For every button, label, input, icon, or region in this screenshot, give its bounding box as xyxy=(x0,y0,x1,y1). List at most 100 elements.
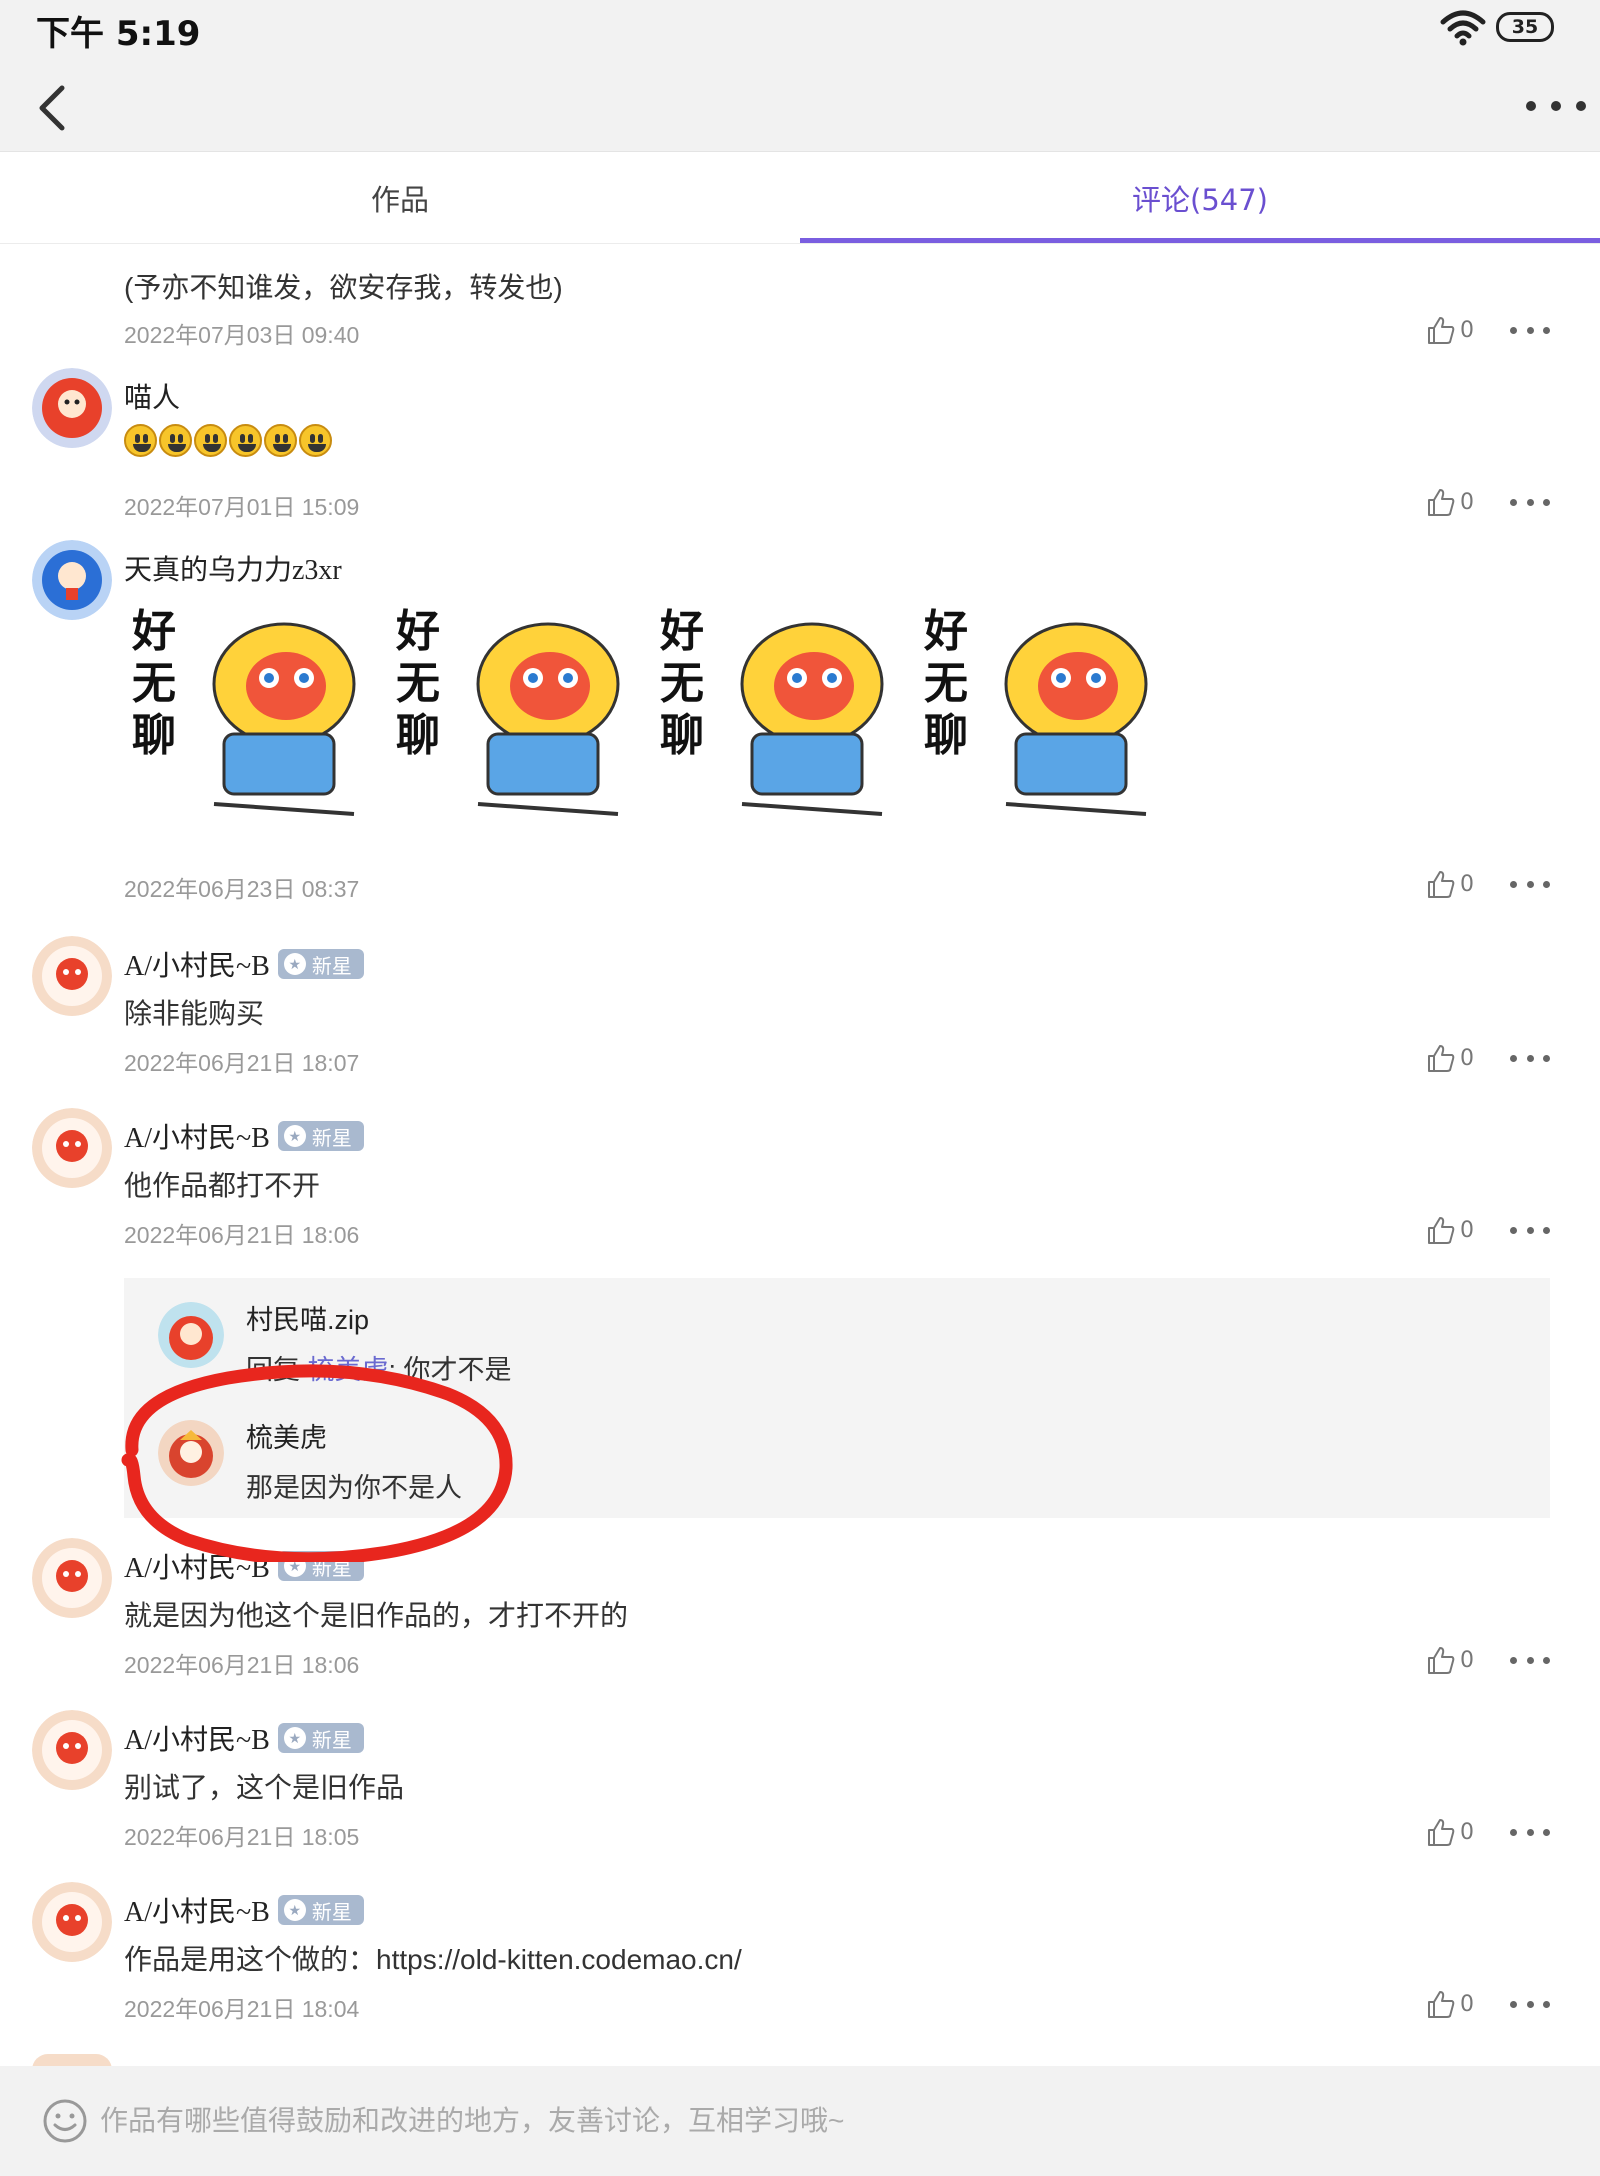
active-tab-indicator xyxy=(800,238,1600,243)
comment-username[interactable]: A/小村民~B ★ 新星 xyxy=(124,944,364,984)
thumbs-up-icon xyxy=(1428,1819,1455,1846)
like-count: 0 xyxy=(1460,489,1474,515)
mention-link[interactable]: 梳美虎 xyxy=(308,1355,389,1385)
battery-level: 35 xyxy=(1511,16,1539,38)
comment-username[interactable]: A/小村民~B ★ 新星 xyxy=(124,1546,364,1586)
comment-date: 2022年06月21日 18:05 xyxy=(124,1824,360,1850)
reply-username[interactable]: 梳美虎 xyxy=(246,1416,327,1455)
rank-badge: ★ 新星 xyxy=(277,1121,364,1151)
like-count: 0 xyxy=(1460,1647,1474,1673)
comment-options-button[interactable] xyxy=(1510,482,1550,522)
thumbs-up-icon xyxy=(1428,489,1455,516)
comment-item: (予亦不知谁发，欲安存我，转发也) 2022年07月03日 09:40 0 xyxy=(0,244,1600,364)
back-arrow-icon[interactable] xyxy=(28,76,84,136)
comment-options-button[interactable] xyxy=(1510,1984,1550,2024)
sticker-caption: 好无聊 xyxy=(395,606,440,761)
sticker-image: 好无聊 xyxy=(916,594,1180,824)
star-icon: ★ xyxy=(283,953,306,975)
thumbs-up-icon xyxy=(1428,1647,1455,1674)
like-count: 0 xyxy=(1460,1991,1474,2017)
avatar[interactable] xyxy=(32,1538,112,1618)
like-count: 0 xyxy=(1460,317,1474,343)
reply-username[interactable]: 村民喵.zip xyxy=(246,1298,369,1337)
reply-avatar[interactable] xyxy=(158,1302,224,1368)
avatar[interactable] xyxy=(32,1710,112,1790)
smile-emoji-icon xyxy=(264,424,297,457)
comment-username[interactable]: A/小村民~B ★ 新星 xyxy=(124,1718,364,1758)
comment-item: A/小村民~B ★ 新星 作品是用这个做的：https://old-kitten.c… xyxy=(0,1882,1600,2052)
rank-badge: ★ 新星 xyxy=(277,1551,364,1581)
like-count: 0 xyxy=(1460,871,1474,897)
comment-input[interactable] xyxy=(100,2092,1560,2150)
reply-text: 回复 梳美虎: 你才不是 xyxy=(246,1355,512,1385)
star-icon: ★ xyxy=(283,1899,306,1921)
avatar[interactable] xyxy=(32,936,112,1016)
tab-works[interactable]: 作品 xyxy=(0,152,800,244)
comment-username[interactable]: A/小村民~B ★ 新星 xyxy=(124,1116,364,1156)
rank-badge: ★ 新星 xyxy=(277,949,364,979)
like-button[interactable]: 0 xyxy=(1426,1210,1482,1250)
star-icon: ★ xyxy=(283,1125,306,1147)
comment-username[interactable]: 喵人 xyxy=(124,376,180,416)
tab-comments[interactable]: 评论(547) xyxy=(800,152,1600,244)
sticker-image: 好无聊 xyxy=(652,594,916,824)
comment-item: 喵人 2022年07月01日 15:09 0 xyxy=(0,368,1600,538)
like-button[interactable]: 0 xyxy=(1426,310,1482,350)
comment-date: 2022年06月21日 18:07 xyxy=(124,1050,360,1076)
comment-text: 除非能购买 xyxy=(124,998,265,1029)
comment-options-button[interactable] xyxy=(1510,1210,1550,1250)
smile-emoji-icon xyxy=(124,424,157,457)
comment-options-button[interactable] xyxy=(1510,1038,1550,1078)
like-count: 0 xyxy=(1460,1217,1474,1243)
like-button[interactable]: 0 xyxy=(1426,1640,1482,1680)
avatar[interactable] xyxy=(32,1108,112,1188)
comment-text: 就是因为他这个是旧作品的，才打不开的 xyxy=(124,1600,629,1631)
comment-date: 2022年07月01日 15:09 xyxy=(124,494,360,520)
like-button[interactable]: 0 xyxy=(1426,1812,1482,1852)
avatar[interactable] xyxy=(32,1882,112,1962)
comment-username[interactable]: 天真的乌力力z3xr xyxy=(124,548,342,588)
comment-date: 2022年06月21日 18:06 xyxy=(124,1222,360,1248)
comment-item: A/小村民~B ★ 新星 别试了，这个是旧作品 2022年06月21日 18:05 … xyxy=(0,1710,1600,1880)
thumbs-up-icon xyxy=(1428,1217,1455,1244)
like-count: 0 xyxy=(1460,1819,1474,1845)
emoji-face-icon[interactable] xyxy=(42,2098,88,2144)
smile-emoji-icon xyxy=(229,424,262,457)
like-button[interactable]: 0 xyxy=(1426,482,1482,522)
comment-username[interactable]: A/小村民~B ★ 新星 xyxy=(124,1890,364,1930)
comment-text: 作品是用这个做的：https://old-kitten.codemao.cn/ xyxy=(124,1944,742,1975)
star-icon: ★ xyxy=(283,1555,306,1577)
comment-date: 2022年06月21日 18:04 xyxy=(124,1996,360,2022)
comment-options-button[interactable] xyxy=(1510,310,1550,350)
like-button[interactable]: 0 xyxy=(1426,1984,1482,2024)
thumbs-up-icon xyxy=(1428,871,1455,898)
comment-date: 2022年06月21日 18:06 xyxy=(124,1652,360,1678)
emoji-row xyxy=(124,424,334,457)
comment-text: 别试了，这个是旧作品 xyxy=(124,1772,405,1803)
comment-options-button[interactable] xyxy=(1510,1812,1550,1852)
reply-thread: 村民喵.zip 回复 梳美虎: 你才不是 梳美虎 那是因为你不是人 xyxy=(124,1278,1550,1518)
reply-avatar[interactable] xyxy=(158,1420,224,1486)
sticker-row: 好无聊 好无聊 好无聊 好无聊 xyxy=(124,594,1180,824)
like-button[interactable]: 0 xyxy=(1426,1038,1482,1078)
comment-date: 2022年06月23日 08:37 xyxy=(124,876,360,902)
sticker-image: 好无聊 xyxy=(388,594,652,824)
sticker-image: 好无聊 xyxy=(124,594,388,824)
status-time: 下午 5:19 xyxy=(36,14,201,54)
tab-bar: 作品 评论(547) xyxy=(0,152,1600,244)
avatar[interactable] xyxy=(32,540,112,620)
reply-text: 那是因为你不是人 xyxy=(246,1473,462,1503)
smile-emoji-icon xyxy=(299,424,332,457)
like-button[interactable]: 0 xyxy=(1426,864,1482,904)
comment-text: (予亦不知谁发，欲安存我，转发也) xyxy=(124,272,563,303)
comment-options-button[interactable] xyxy=(1510,1640,1550,1680)
thumbs-up-icon xyxy=(1428,1991,1455,2018)
smile-emoji-icon xyxy=(194,424,227,457)
more-options-button[interactable] xyxy=(1526,84,1586,128)
avatar[interactable] xyxy=(32,368,112,448)
sticker-caption: 好无聊 xyxy=(659,606,704,761)
comment-options-button[interactable] xyxy=(1510,864,1550,904)
rank-badge: ★ 新星 xyxy=(277,1723,364,1753)
battery-indicator: 35 xyxy=(1496,12,1554,42)
sticker-caption: 好无聊 xyxy=(131,606,176,761)
